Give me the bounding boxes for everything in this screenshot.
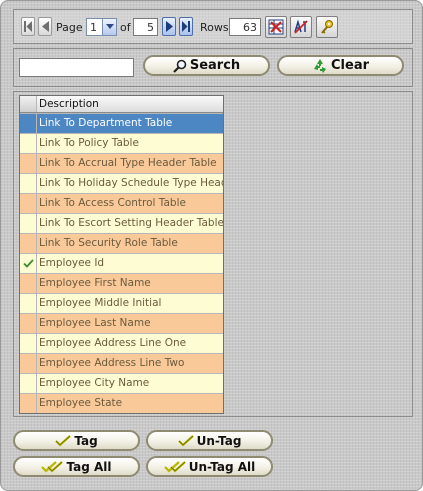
recycle-icon: [312, 58, 328, 74]
chevron-down-icon[interactable]: [102, 19, 116, 35]
table-row[interactable]: Link To Department Table: [20, 113, 223, 133]
row-description: Link To Escort Setting Header Table: [39, 217, 223, 229]
tag-button-label: Tag: [74, 433, 98, 448]
search-input[interactable]: [19, 58, 134, 77]
double-checkmark-icon: [41, 460, 64, 473]
key-icon[interactable]: [316, 16, 338, 38]
row-selector[interactable]: [20, 254, 37, 273]
magnifier-icon: [173, 59, 187, 73]
tag-all-button[interactable]: Tag All: [13, 456, 140, 477]
grid-header-selector: [20, 96, 37, 112]
prev-page-icon[interactable]: [38, 17, 52, 36]
table-row[interactable]: Employee Address Line One: [20, 333, 223, 353]
of-label: of: [120, 21, 131, 34]
row-selector[interactable]: [20, 314, 37, 333]
description-grid: Description Link To Department Table Link…: [19, 95, 224, 414]
rows-label: Rows: [200, 21, 229, 34]
row-selector[interactable]: [20, 294, 37, 313]
row-selector[interactable]: [20, 214, 37, 233]
table-row[interactable]: Link To Access Control Table: [20, 193, 223, 213]
last-page-icon[interactable]: [179, 17, 193, 36]
table-row[interactable]: Employee Middle Initial: [20, 293, 223, 313]
row-description: Link To Access Control Table: [39, 197, 186, 209]
untag-all-button-label: Un-Tag All: [188, 459, 256, 474]
row-selector[interactable]: [20, 194, 37, 213]
search-button-label: Search: [189, 58, 241, 73]
clear-button[interactable]: Clear: [277, 55, 404, 76]
grid-area: Description Link To Department Table Link…: [13, 91, 413, 417]
checkmark-icon: [55, 434, 72, 447]
total-pages: 5: [133, 18, 158, 36]
tag-all-button-label: Tag All: [66, 459, 112, 474]
row-selector[interactable]: [20, 134, 37, 153]
row-description: Employee Address Line Two: [39, 357, 185, 369]
grid-header-row: Description: [20, 96, 223, 113]
table-row[interactable]: Link To Holiday Schedule Type Header: [20, 173, 223, 193]
table-row[interactable]: Employee Last Name: [20, 313, 223, 333]
table-row[interactable]: Employee City Name: [20, 373, 223, 393]
table-row[interactable]: Link To Policy Table: [20, 133, 223, 153]
rows-count: 63: [229, 18, 261, 36]
double-checkmark-icon: [163, 460, 186, 473]
row-description: Link To Holiday Schedule Type Header: [39, 177, 223, 189]
grid-header-description[interactable]: Description: [37, 96, 223, 112]
table-row[interactable]: Employee State: [20, 393, 223, 413]
table-row[interactable]: Employee Address Line Two: [20, 353, 223, 373]
untag-button[interactable]: Un-Tag: [146, 430, 273, 451]
row-selector[interactable]: [20, 334, 37, 353]
table-row[interactable]: Employee First Name: [20, 273, 223, 293]
untag-button-label: Un-Tag: [196, 433, 242, 448]
table-row[interactable]: Link To Escort Setting Header Table: [20, 213, 223, 233]
row-description: Employee Last Name: [39, 317, 151, 329]
row-selector[interactable]: [20, 114, 37, 133]
row-description: Employee City Name: [39, 377, 150, 389]
sort-icon[interactable]: [290, 16, 312, 38]
row-selector[interactable]: [20, 374, 37, 393]
page-select-value: 1: [90, 21, 97, 34]
row-selector[interactable]: [20, 274, 37, 293]
next-page-icon[interactable]: [162, 17, 176, 36]
search-area: Search Clear: [13, 48, 413, 87]
row-description: Link To Accrual Type Header Table: [39, 157, 217, 169]
tag-button[interactable]: Tag: [13, 430, 140, 451]
row-description: Employee State: [39, 397, 123, 409]
page-label: Page: [56, 21, 83, 34]
search-button[interactable]: Search: [143, 55, 270, 76]
first-page-icon[interactable]: [21, 17, 35, 36]
checkmark-icon: [22, 259, 34, 268]
row-selector[interactable]: [20, 174, 37, 193]
row-description: Link To Policy Table: [39, 137, 139, 149]
row-description: Employee Middle Initial: [39, 297, 162, 309]
row-description: Employee Id: [39, 257, 105, 269]
row-description: Employee First Name: [39, 277, 151, 289]
untag-all-button[interactable]: Un-Tag All: [146, 456, 273, 477]
row-description: Link To Department Table: [39, 117, 173, 129]
table-row[interactable]: Employee Id: [20, 253, 223, 273]
clear-button-label: Clear: [331, 58, 369, 73]
row-selector[interactable]: [20, 354, 37, 373]
table-row[interactable]: Link To Security Role Table: [20, 233, 223, 253]
row-description: Employee Address Line One: [39, 337, 187, 349]
checkmark-icon: [177, 434, 194, 447]
panel-frame: Page 1 of 5 Rows 63 Search Clear Descrip…: [0, 0, 423, 491]
row-selector[interactable]: [20, 154, 37, 173]
row-selector[interactable]: [20, 234, 37, 253]
table-row[interactable]: Link To Accrual Type Header Table: [20, 153, 223, 173]
export-icon[interactable]: [265, 16, 287, 38]
row-description: Link To Security Role Table: [39, 237, 178, 249]
pager-toolbar: Page 1 of 5 Rows 63: [13, 9, 413, 44]
row-selector[interactable]: [20, 394, 37, 413]
page-select[interactable]: 1: [86, 18, 117, 36]
